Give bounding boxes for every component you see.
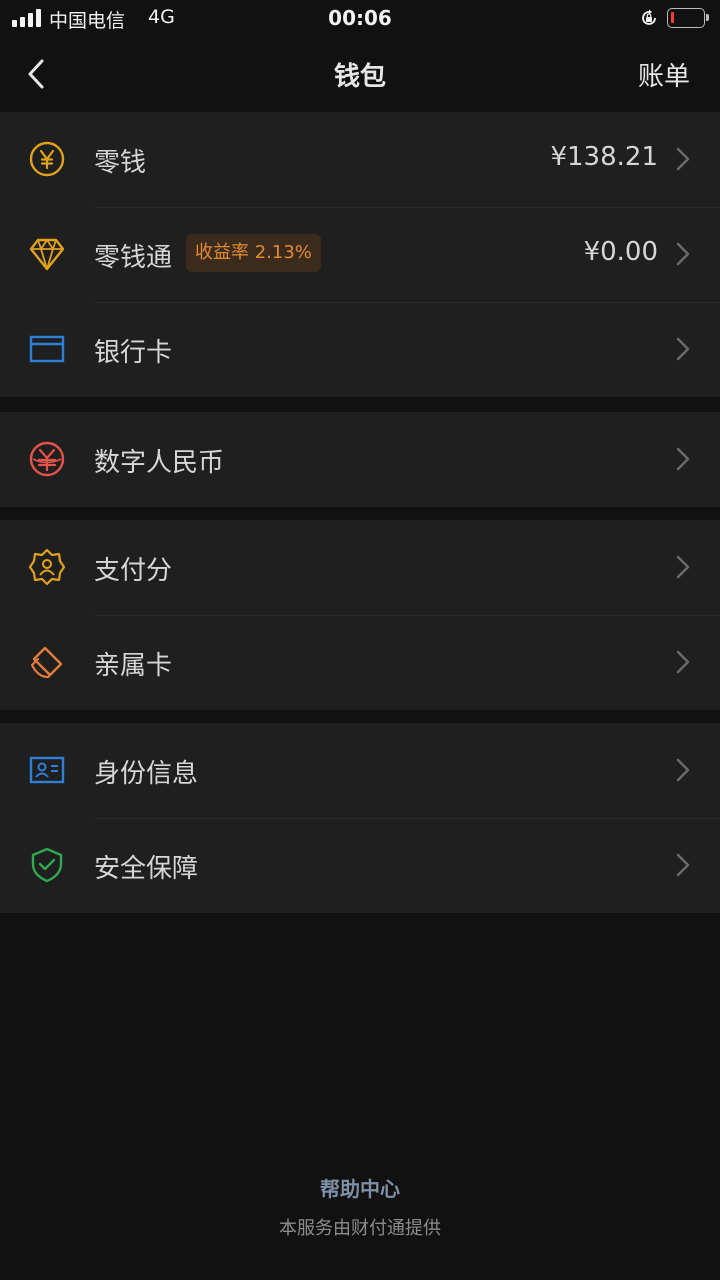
status-bar: 中国电信 4G 00:06	[0, 0, 720, 38]
change-balance: ¥138.21	[550, 142, 658, 172]
list-item-family-card[interactable]: 亲属卡	[0, 615, 720, 710]
bank-card-label: 银行卡	[94, 338, 173, 368]
security-label: 安全保障	[94, 854, 199, 884]
rotation-lock-icon	[642, 9, 656, 25]
chevron-right-icon	[676, 555, 690, 579]
digital-rmb-icon	[29, 441, 65, 477]
pay-score-badge-icon	[28, 548, 66, 586]
security-shield-icon	[31, 847, 63, 883]
wallet-group-digital-rmb: 数字人民币	[0, 412, 720, 507]
list-item-identity-info[interactable]: 身份信息	[0, 723, 720, 818]
list-item-digital-rmb[interactable]: 数字人民币	[0, 412, 720, 507]
list-item-change-plus[interactable]: 零钱通 收益率 2.13% ¥0.00	[0, 207, 720, 302]
change-plus-label: 零钱通	[94, 243, 173, 273]
chevron-right-icon	[676, 758, 690, 782]
battery-level	[671, 12, 674, 23]
family-card-icon	[30, 646, 63, 679]
chevron-right-icon	[676, 337, 690, 361]
navigation-bar: 钱包 账单	[0, 38, 720, 112]
page-title: 钱包	[333, 62, 386, 92]
list-item-change[interactable]: 零钱 ¥138.21	[0, 112, 720, 207]
wallet-screen: 中国电信 4G 00:06 钱包 账单 零钱 ¥138.21 零钱通 收益率 2…	[0, 0, 720, 1280]
help-center-link[interactable]: 帮助中心	[0, 1173, 720, 1202]
list-item-security[interactable]: 安全保障	[0, 818, 720, 913]
id-card-icon	[29, 756, 65, 784]
chevron-right-icon	[676, 650, 690, 674]
family-card-label: 亲属卡	[94, 651, 173, 681]
service-provider-note: 本服务由财付通提供	[279, 1218, 441, 1239]
wallet-group-credit: 支付分 亲属卡	[0, 520, 720, 710]
yield-rate-badge: 收益率 2.13%	[186, 234, 321, 272]
bank-card-icon	[29, 335, 65, 363]
diamond-icon	[29, 238, 65, 271]
chevron-right-icon	[676, 147, 690, 171]
pay-score-label: 支付分	[94, 556, 173, 586]
change-label: 零钱	[94, 148, 147, 178]
wallet-group-account: 身份信息 安全保障	[0, 723, 720, 913]
digital-rmb-label: 数字人民币	[94, 448, 225, 478]
list-item-bank-card[interactable]: 银行卡	[0, 302, 720, 397]
identity-info-label: 身份信息	[94, 759, 199, 789]
chevron-right-icon	[676, 242, 690, 266]
chevron-right-icon	[676, 447, 690, 471]
wallet-group-balance: 零钱 ¥138.21 零钱通 收益率 2.13% ¥0.00 银行卡	[0, 112, 720, 397]
yuan-coin-icon	[29, 141, 65, 177]
chevron-right-icon	[676, 853, 690, 877]
status-time: 00:06	[328, 6, 392, 30]
list-item-pay-score[interactable]: 支付分	[0, 520, 720, 615]
bill-button[interactable]: 账单	[638, 56, 690, 93]
change-plus-balance: ¥0.00	[583, 237, 658, 267]
battery-icon	[667, 8, 709, 28]
